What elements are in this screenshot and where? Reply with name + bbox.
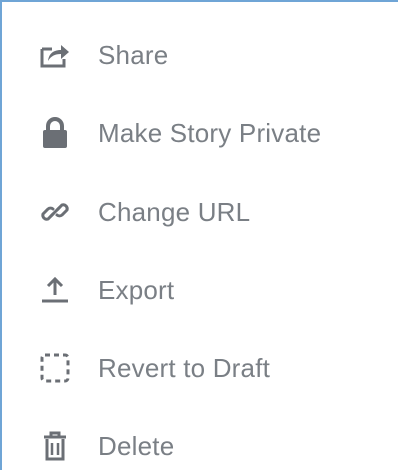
menu-item-make-story-private[interactable]: Make Story Private — [2, 94, 398, 172]
menu-item-label: Share — [98, 39, 169, 70]
dashed-square-icon — [38, 351, 72, 385]
menu-item-label: Revert to Draft — [98, 352, 271, 383]
trash-icon — [38, 429, 72, 463]
share-icon — [38, 38, 72, 72]
menu-item-label: Delete — [98, 430, 175, 461]
menu-item-change-url[interactable]: Change URL — [2, 173, 398, 251]
menu-item-revert-to-draft[interactable]: Revert to Draft — [2, 329, 398, 407]
menu-item-delete[interactable]: Delete — [2, 407, 398, 470]
menu-item-export[interactable]: Export — [2, 251, 398, 329]
export-icon — [38, 273, 72, 307]
link-icon — [38, 195, 72, 229]
menu-item-label: Make Story Private — [98, 117, 322, 148]
menu-item-share[interactable]: Share — [2, 16, 398, 94]
story-options-menu: Share Make Story Private Change URL Expo… — [0, 0, 398, 470]
menu-item-label: Export — [98, 274, 175, 305]
menu-item-label: Change URL — [98, 196, 251, 227]
lock-icon — [38, 116, 72, 150]
